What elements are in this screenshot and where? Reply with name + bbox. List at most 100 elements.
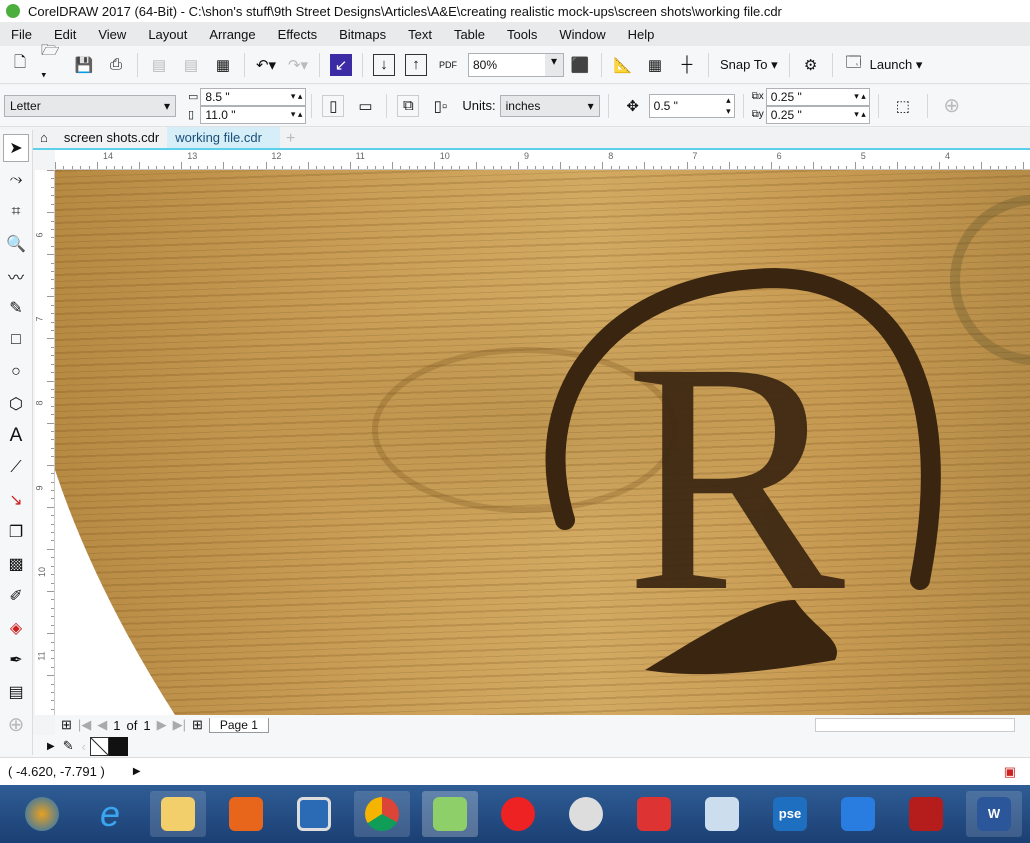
tab-working-file[interactable]: working file.cdr [167,127,280,148]
media-player-icon[interactable] [229,797,263,831]
palette-scroll-left-icon[interactable]: ‹ [82,739,86,754]
menu-view[interactable]: View [87,27,137,42]
menu-table[interactable]: Table [443,27,496,42]
text-tool-icon[interactable]: A [3,422,29,450]
copy-icon[interactable]: ▤ [180,54,202,76]
save-icon[interactable]: 💾 [73,54,95,76]
menu-window[interactable]: Window [548,27,616,42]
smart-fill-pen-icon[interactable]: ✒ [3,646,29,674]
crop-tool-icon[interactable]: ⌗ [3,198,29,226]
add-tool-icon[interactable]: ⊕ [3,710,29,738]
duplicate-y-field[interactable]: 0.25 " ▾ ▴ [765,105,870,124]
eyedropper-palette-icon[interactable]: ✎ [63,738,74,754]
creative-cloud-icon[interactable] [501,797,535,831]
chevron-down-icon[interactable]: ▾ [545,53,563,76]
transparency-tool-icon[interactable]: ▩ [3,550,29,578]
word-icon[interactable]: W [977,797,1011,831]
publish-pdf-icon[interactable]: PDF [437,54,459,76]
all-pages-icon[interactable]: ⧉ [397,94,420,117]
start-button-icon[interactable] [25,797,59,831]
home-icon[interactable]: ⌂ [32,127,56,148]
black-swatch[interactable] [108,736,128,756]
status-expand-icon[interactable]: ▶ [133,766,141,777]
prev-page-icon[interactable]: ◀ [97,717,107,733]
units-select[interactable]: inches ▾ [499,94,600,117]
import-icon[interactable]: ↓ [373,53,395,76]
redo-icon[interactable]: ↷▾ [287,54,309,76]
snipping-tool-icon[interactable] [569,797,603,831]
next-page-icon[interactable]: ▶ [157,717,167,733]
corel-connect-icon[interactable]: ↙ [330,53,352,76]
menu-layout[interactable]: Layout [137,27,198,42]
vertical-ruler[interactable]: 6 7 8 9 10 11 [35,170,55,715]
shape-tool-icon[interactable]: ⤳ [3,166,29,194]
corel-font-icon[interactable] [705,797,739,831]
portrait-icon[interactable]: ▯ [322,94,345,117]
menu-effects[interactable]: Effects [267,27,329,42]
page-width-field[interactable]: 8.5 " ▾ ▴ [200,87,307,106]
launch-dropdown[interactable]: Launch ▾ [870,57,923,73]
menu-text[interactable]: Text [397,27,443,42]
export-icon[interactable]: ↑ [405,53,427,76]
color-proof-icon[interactable]: ▣ [1004,764,1016,780]
rectangle-tool-icon[interactable]: □ [3,326,29,354]
eyedropper-icon[interactable]: ✐ [3,582,29,610]
palette-expand-icon[interactable]: ▶ [47,741,55,752]
freehand-tool-icon[interactable]: 〰 [3,262,29,290]
current-page-icon[interactable]: ▯▫ [429,95,451,117]
snap-to-dropdown[interactable]: Snap To ▾ [720,57,778,73]
duplicate-x-field[interactable]: 0.25 " ▾ ▴ [765,87,870,106]
photoshop-elements-icon[interactable]: pse [773,797,807,831]
menu-help[interactable]: Help [617,27,666,42]
horizontal-ruler[interactable]: 14 13 12 11 10 9 8 7 6 5 4 [55,150,1030,170]
chrome-icon[interactable] [365,797,399,831]
menu-tools[interactable]: Tools [496,27,548,42]
outline-tool-icon[interactable]: ▤ [3,678,29,706]
first-page-icon[interactable]: |◀ [78,717,91,733]
parallel-dimension-icon[interactable]: ⟋ [3,454,29,482]
page-frame-icon[interactable]: ⬚ [892,95,914,117]
launch-icon[interactable]: 🗔 [843,54,865,76]
add-page-before-icon[interactable]: ⊞ [61,717,72,733]
add-icon[interactable]: ⊕ [941,95,963,117]
show-grid-icon[interactable]: ▦ [644,54,666,76]
connector-tool-icon[interactable]: ↘ [3,486,29,514]
new-document-icon[interactable]: 🗋 [9,54,31,76]
cut-icon[interactable]: ▤ [148,54,170,76]
paste-icon[interactable]: ▦ [212,54,234,76]
landscape-icon[interactable]: ▭ [354,95,376,117]
pick-tool-icon[interactable]: ➤ [3,134,29,162]
show-guidelines-icon[interactable]: ┼ [676,54,698,76]
internet-explorer-icon[interactable]: e [93,796,127,832]
ellipse-tool-icon[interactable]: ○ [3,358,29,386]
interactive-fill-icon[interactable]: ◈ [3,614,29,642]
zoom-tool-icon[interactable]: 🔍 [3,230,29,258]
page-tab[interactable]: Page 1 [208,717,269,733]
print-icon[interactable]: ⎙ [105,54,127,76]
menu-bitmaps[interactable]: Bitmaps [328,27,397,42]
open-folder-icon[interactable]: 🗁▾ [41,42,63,84]
menu-arrange[interactable]: Arrange [198,27,266,42]
menu-file[interactable]: File [0,27,43,42]
show-rulers-icon[interactable]: 📐 [612,54,634,76]
network-app-icon[interactable] [909,797,943,831]
lenovo-icon[interactable] [297,797,331,831]
polygon-tool-icon[interactable]: ⬡ [3,390,29,418]
scanner-icon[interactable] [841,797,875,831]
horizontal-scrollbar[interactable] [814,718,1015,732]
drawing-canvas[interactable]: R [55,170,1030,715]
tab-screen-shots[interactable]: screen shots.cdr [56,127,167,148]
last-page-icon[interactable]: ▶| [173,717,186,733]
drop-shadow-icon[interactable]: ❐ [3,518,29,546]
add-page-after-icon[interactable]: ⊞ [192,717,203,733]
screen-capture-icon[interactable] [637,797,671,831]
zoom-to-page-icon[interactable]: ⬛ [569,54,591,76]
new-tab-icon[interactable]: + [280,130,301,148]
file-explorer-icon[interactable] [161,797,195,831]
page-height-field[interactable]: 11.0 " ▾ ▴ [200,105,307,124]
options-gear-icon[interactable]: ⚙ [800,54,822,76]
coreldraw-taskbar-icon[interactable] [433,797,467,831]
undo-icon[interactable]: ↶▾ [255,54,277,76]
no-color-swatch[interactable] [89,736,109,756]
smart-fill-icon[interactable]: ✎ [3,294,29,322]
